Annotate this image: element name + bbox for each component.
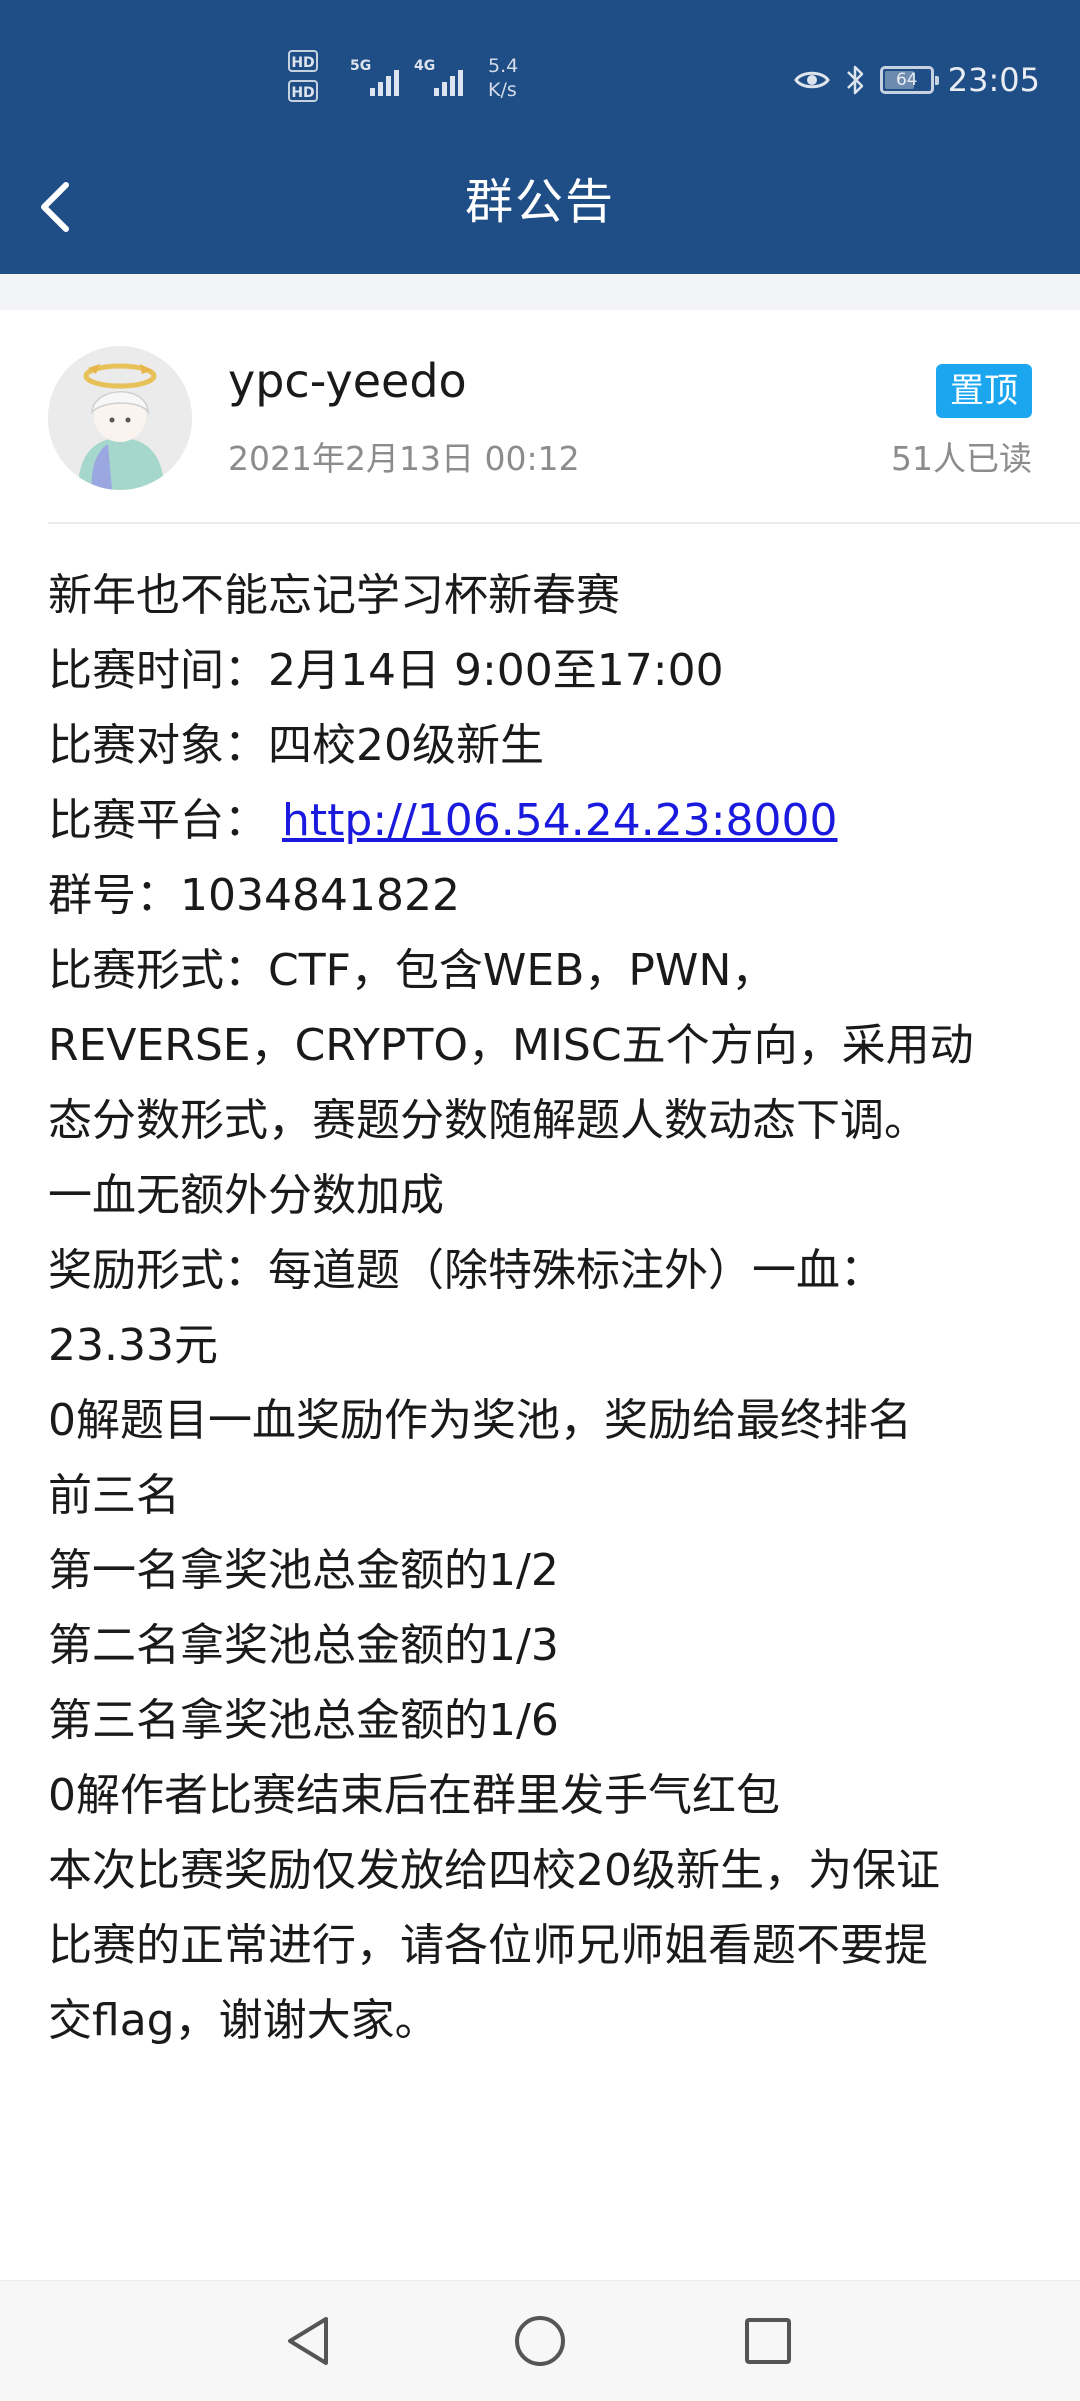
body-line: 前三名 — [48, 1470, 180, 1521]
post-timestamp: 2021年2月13日 00:12 — [228, 439, 580, 478]
body-line: 奖励形式：每道题（除特殊标注外）一血： — [48, 1245, 884, 1296]
body-line: 本次比赛奖励仅发放给四校20级新生，为保证 — [48, 1845, 940, 1896]
battery-icon: 64 — [879, 66, 939, 94]
battery-level: 64 — [895, 70, 918, 90]
status-right: 64 23:05 — [793, 58, 1040, 102]
body-line: 第一名拿奖池总金额的1/2 — [48, 1545, 559, 1596]
body-line: 新年也不能忘记学习杯新春赛 — [48, 570, 620, 621]
platform-link[interactable]: http://106.54.24.23:8000 — [282, 795, 838, 846]
nav-recents-button[interactable] — [732, 2305, 804, 2377]
body-line: 比赛时间：2月14日 9:00至17:00 — [48, 645, 724, 696]
body-line: 第三名拿奖池总金额的1/6 — [48, 1695, 559, 1746]
body-line: 23.33元 — [48, 1320, 218, 1371]
hd-badge: HD — [288, 50, 318, 72]
body-line: 一血无额外分数加成 — [48, 1170, 444, 1221]
body-line: 态分数形式，赛题分数随解题人数动态下调。 — [48, 1095, 928, 1146]
section-gap — [0, 274, 1080, 310]
signal-4g-icon — [434, 66, 463, 96]
speed-unit: K/s — [488, 79, 517, 101]
announcement-card: ypc-yeedo 2021年2月13日 00:12 置顶 51人已读 新年也不… — [0, 310, 1080, 2280]
nav-home-button[interactable] — [504, 2305, 576, 2377]
eye-icon — [793, 71, 830, 89]
body-line: 第二名拿奖池总金额的1/3 — [48, 1620, 559, 1671]
back-chevron-icon — [41, 182, 69, 232]
network-speed: 5.4 K/s — [488, 54, 518, 102]
platform-label: 比赛平台： — [48, 795, 268, 846]
body-line: 比赛的正常进行，请各位师兄师姐看题不要提 — [48, 1920, 928, 1971]
clock: 23:05 — [947, 61, 1040, 99]
network-4g-label: 4G — [414, 58, 436, 74]
home-circle-icon — [515, 2316, 565, 2366]
author-name[interactable]: ypc-yeedo — [228, 354, 467, 408]
speed-value: 5.4 — [488, 55, 519, 77]
body-line: 0解题目一血奖励作为奖池，奖励给最终排名 — [48, 1395, 912, 1446]
back-triangle-icon — [288, 2317, 328, 2365]
body-line: 交flag，谢谢大家。 — [48, 1995, 439, 2046]
body-line: 群号：1034841822 — [48, 870, 460, 921]
body-line: 比赛对象：四校20级新生 — [48, 720, 544, 771]
system-nav-bar — [0, 2280, 1080, 2401]
read-count[interactable]: 51人已读 — [891, 432, 1032, 480]
recents-square-icon — [745, 2318, 791, 2364]
title-bar: 群公告 — [0, 140, 1080, 274]
nav-back-button[interactable] — [272, 2305, 344, 2377]
bluetooth-icon — [846, 65, 864, 95]
back-button[interactable] — [14, 167, 94, 247]
avatar[interactable] — [48, 346, 192, 490]
divider — [48, 522, 1080, 524]
body-line: 0解作者比赛结束后在群里发手气红包 — [48, 1770, 780, 1821]
network-5g-label: 5G — [350, 58, 372, 74]
hd-badge: HD — [288, 80, 318, 102]
body-line: REVERSE，CRYPTO，MISC五个方向，采用动 — [48, 1020, 974, 1071]
body-line-platform: 比赛平台： http://106.54.24.23:8000 — [48, 783, 1038, 858]
pinned-badge: 置顶 — [936, 364, 1032, 418]
avatar-image — [48, 346, 192, 490]
announcement-body: 新年也不能忘记学习杯新春赛 比赛时间：2月14日 9:00至17:00 比赛对象… — [48, 558, 1038, 2058]
signal-5g-icon — [370, 66, 399, 96]
status-bar: HD HD 5G 4G 5.4 K/s 64 23:05 — [0, 0, 1080, 140]
body-line: 比赛形式：CTF，包含WEB，PWN， — [48, 945, 776, 996]
page-title: 群公告 — [464, 174, 615, 230]
